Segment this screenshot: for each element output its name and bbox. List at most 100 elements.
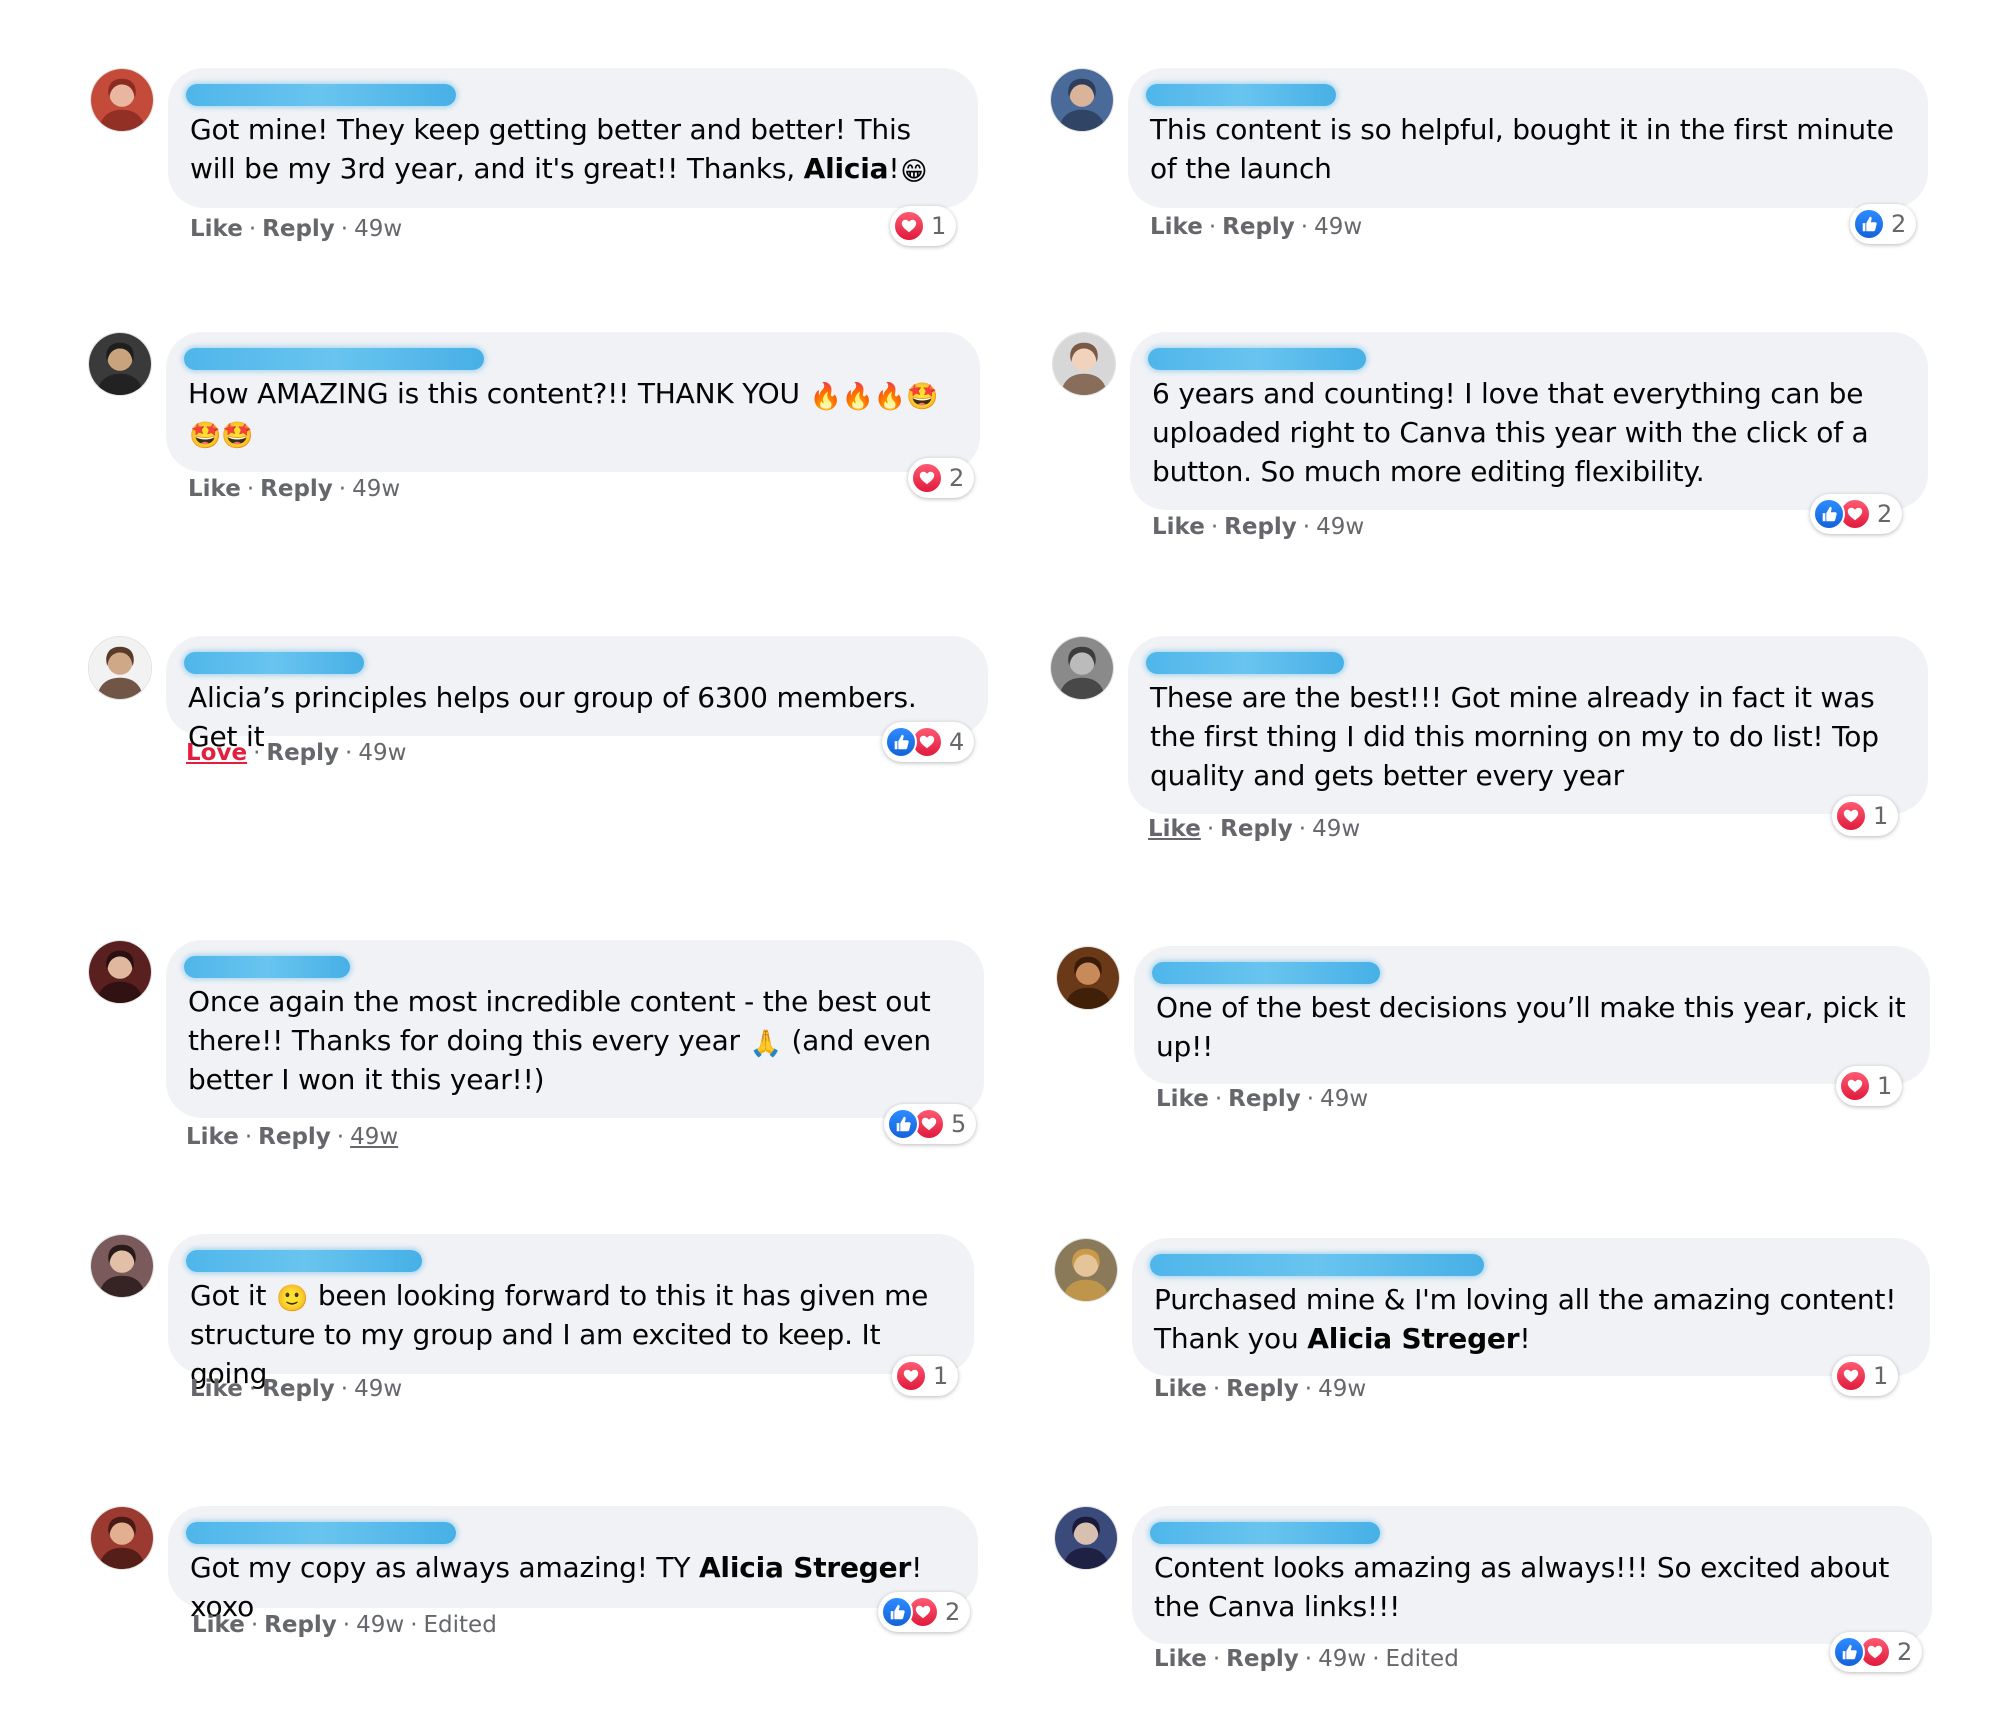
reply-action[interactable]: Reply — [264, 1612, 337, 1638]
like-action[interactable]: Like — [192, 1612, 245, 1638]
reaction-summary[interactable]: 1 — [1832, 796, 1899, 836]
avatar[interactable] — [1054, 1506, 1118, 1570]
comment-text: Purchased mine & I'm loving all the amaz… — [1154, 1283, 1897, 1355]
avatar[interactable] — [90, 1234, 154, 1298]
avatar[interactable] — [88, 940, 152, 1004]
avatar[interactable] — [1050, 636, 1114, 700]
comment-bubble: Once again the most incredible content -… — [166, 940, 984, 1118]
comment-actions: Like · Reply · 49w — [1154, 1376, 1367, 1402]
avatar[interactable] — [1050, 68, 1114, 132]
reaction-summary[interactable]: 1 — [1832, 1356, 1899, 1396]
reaction-summary[interactable]: 1 — [1836, 1066, 1903, 1106]
reaction-count: 2 — [1897, 1638, 1913, 1666]
avatar[interactable] — [1054, 1238, 1118, 1302]
redacted-author-name — [184, 956, 350, 978]
like-action[interactable]: Like — [1152, 514, 1205, 540]
timestamp[interactable]: 49w — [352, 476, 400, 502]
comment-text: Once again the most incredible content -… — [188, 985, 931, 1096]
reaction-count: 1 — [931, 212, 947, 240]
love-reaction-icon — [911, 462, 943, 494]
reaction-summary[interactable]: 2 — [1830, 1632, 1923, 1672]
comment-bubble: Content looks amazing as always!!! So ex… — [1132, 1506, 1932, 1644]
comment-bubble: These are the best!!! Got mine already i… — [1128, 636, 1928, 814]
like-action[interactable]: Like — [190, 1376, 243, 1402]
comment-actions: Like · Reply · 49w — [190, 216, 403, 242]
like-reaction-icon — [1833, 1636, 1865, 1668]
comment-actions: Like · Reply · 49w · Edited — [192, 1612, 497, 1638]
avatar[interactable] — [1056, 946, 1120, 1010]
timestamp[interactable]: 49w — [350, 1124, 398, 1150]
like-action[interactable]: Love — [186, 740, 247, 766]
avatar[interactable] — [90, 1506, 154, 1570]
avatar[interactable] — [88, 332, 152, 396]
comment-actions: Like · Reply · 49w — [190, 1376, 403, 1402]
comment-bubble: Got my copy as always amazing! TY Alicia… — [168, 1506, 978, 1623]
reaction-count: 1 — [1877, 1072, 1893, 1100]
avatar[interactable] — [90, 68, 154, 132]
like-reaction-icon — [1813, 498, 1845, 530]
redacted-author-name — [1146, 84, 1336, 106]
comment-text: How AMAZING is this content?!! THANK YOU… — [188, 377, 939, 451]
redacted-author-name — [1150, 1522, 1380, 1544]
like-action[interactable]: Like — [1154, 1376, 1207, 1402]
timestamp[interactable]: 49w — [1312, 816, 1360, 842]
reply-action[interactable]: Reply — [1222, 214, 1295, 240]
comment-actions: Like · Reply · 49w — [188, 476, 401, 502]
comment-bubble: Got mine! They keep getting better and b… — [168, 68, 978, 208]
avatar[interactable] — [1052, 332, 1116, 396]
comment-text: Content looks amazing as always!!! So ex… — [1154, 1551, 1890, 1623]
reaction-count: 2 — [949, 464, 965, 492]
reaction-count: 1 — [1873, 802, 1889, 830]
avatar[interactable] — [88, 636, 152, 700]
comment-text: Got mine! They keep getting better and b… — [190, 113, 928, 187]
reaction-summary[interactable]: 2 — [908, 458, 975, 498]
comment-bubble: This content is so helpful, bought it in… — [1128, 68, 1928, 208]
reply-action[interactable]: Reply — [1220, 816, 1293, 842]
like-action[interactable]: Like — [188, 476, 241, 502]
reaction-summary[interactable]: 1 — [890, 206, 957, 246]
timestamp[interactable]: 49w — [354, 216, 402, 242]
timestamp[interactable]: 49w — [1314, 214, 1362, 240]
comment-bubble: Purchased mine & I'm loving all the amaz… — [1132, 1238, 1930, 1376]
like-action[interactable]: Like — [186, 1124, 239, 1150]
timestamp[interactable]: 49w — [1316, 514, 1364, 540]
reaction-summary[interactable]: 4 — [882, 722, 975, 762]
timestamp[interactable]: 49w — [354, 1376, 402, 1402]
like-reaction-icon — [887, 1108, 919, 1140]
like-action[interactable]: Like — [1150, 214, 1203, 240]
like-action[interactable]: Like — [1156, 1086, 1209, 1112]
comment-actions: Like · Reply · 49w — [1156, 1086, 1369, 1112]
timestamp[interactable]: 49w — [1320, 1086, 1368, 1112]
love-reaction-icon — [1835, 800, 1867, 832]
reply-action[interactable]: Reply — [262, 1376, 335, 1402]
comment-bubble: Alicia’s principles helps our group of 6… — [166, 636, 988, 753]
timestamp[interactable]: 49w — [1318, 1376, 1366, 1402]
like-action[interactable]: Like — [1148, 816, 1201, 842]
reaction-summary[interactable]: 2 — [1810, 494, 1903, 534]
reaction-summary[interactable]: 2 — [878, 1592, 971, 1632]
comment-text: 6 years and counting! I love that everyt… — [1152, 377, 1869, 488]
reply-action[interactable]: Reply — [258, 1124, 331, 1150]
redacted-author-name — [186, 1522, 456, 1544]
like-action[interactable]: Like — [1154, 1646, 1207, 1672]
timestamp[interactable]: 49w — [356, 1612, 404, 1638]
comment-actions: Like · Reply · 49w — [1150, 214, 1363, 240]
reply-action[interactable]: Reply — [266, 740, 339, 766]
timestamp[interactable]: 49w — [1318, 1646, 1366, 1672]
reaction-summary[interactable]: 1 — [892, 1356, 959, 1396]
comment-text: One of the best decisions you’ll make th… — [1156, 991, 1906, 1063]
like-reaction-icon — [881, 1596, 913, 1628]
reply-action[interactable]: Reply — [1226, 1646, 1299, 1672]
reply-action[interactable]: Reply — [1228, 1086, 1301, 1112]
reaction-count: 5 — [951, 1110, 967, 1138]
like-action[interactable]: Like — [190, 216, 243, 242]
love-reaction-icon — [1835, 1360, 1867, 1392]
reaction-summary[interactable]: 5 — [884, 1104, 977, 1144]
timestamp[interactable]: 49w — [358, 740, 406, 766]
reply-action[interactable]: Reply — [1226, 1376, 1299, 1402]
reaction-summary[interactable]: 2 — [1850, 204, 1917, 244]
reply-action[interactable]: Reply — [260, 476, 333, 502]
redacted-author-name — [1150, 1254, 1484, 1276]
reply-action[interactable]: Reply — [262, 216, 335, 242]
reply-action[interactable]: Reply — [1224, 514, 1297, 540]
